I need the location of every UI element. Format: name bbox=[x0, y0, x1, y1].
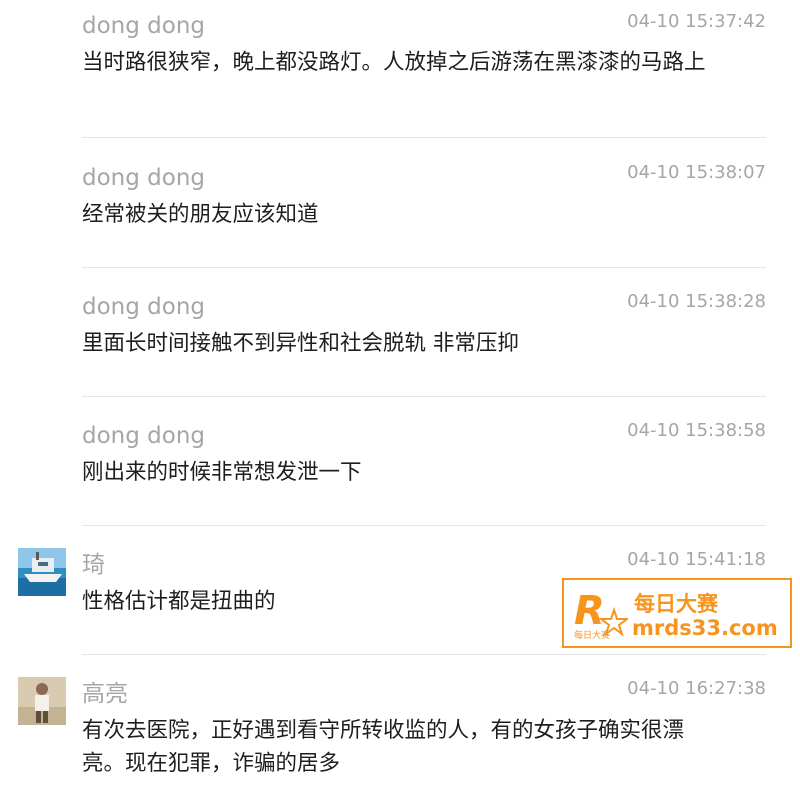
comment-timestamp: 04-10 15:38:28 bbox=[627, 291, 766, 312]
comment-text: 当时路很狭窄，晚上都没路灯。人放掉之后游荡在黑漆漆的马路上 bbox=[82, 50, 706, 75]
comment-timestamp: 04-10 15:38:58 bbox=[627, 420, 766, 441]
watermark-url: mrds33.com bbox=[632, 616, 778, 640]
comment-timestamp: 04-10 15:38:07 bbox=[627, 162, 766, 183]
svg-text:R: R bbox=[574, 588, 605, 634]
watermark-title: 每日大赛 bbox=[634, 592, 718, 616]
avatar[interactable] bbox=[18, 677, 66, 725]
comment-username[interactable]: 高亮 bbox=[82, 680, 128, 708]
comment-username[interactable]: 琦 bbox=[82, 551, 105, 579]
comment-divider bbox=[82, 267, 766, 268]
comment-username[interactable]: dong dong bbox=[82, 164, 205, 192]
avatar[interactable] bbox=[18, 548, 66, 596]
comment-timestamp: 04-10 15:41:18 bbox=[627, 549, 766, 570]
comment-divider bbox=[82, 137, 766, 138]
svg-text:每日大赛: 每日大赛 bbox=[574, 629, 610, 641]
comment-divider bbox=[82, 525, 766, 526]
comment-timestamp: 04-10 16:27:38 bbox=[627, 678, 766, 699]
watermark-logo-icon: R 每日大赛 bbox=[572, 586, 630, 644]
comment-text: 里面长时间接触不到异性和社会脱轨 非常压抑 bbox=[82, 331, 519, 356]
comment-username[interactable]: dong dong bbox=[82, 293, 205, 321]
comment-text: 刚出来的时候非常想发泄一下 bbox=[82, 460, 362, 485]
comment-divider bbox=[82, 654, 766, 655]
watermark-badge: R 每日大赛 每日大赛 mrds33.com bbox=[562, 578, 792, 648]
comment-text: 有次去医院，正好遇到看守所转收监的人，有的女孩子确实很漂亮。现在犯罪，诈骗的居多 bbox=[82, 718, 685, 776]
comment-username[interactable]: dong dong bbox=[82, 422, 205, 450]
comment-timestamp: 04-10 15:37:42 bbox=[627, 11, 766, 32]
comment-text: 经常被关的朋友应该知道 bbox=[82, 202, 319, 227]
comment-divider bbox=[82, 396, 766, 397]
comment-username[interactable]: dong dong bbox=[82, 12, 205, 40]
